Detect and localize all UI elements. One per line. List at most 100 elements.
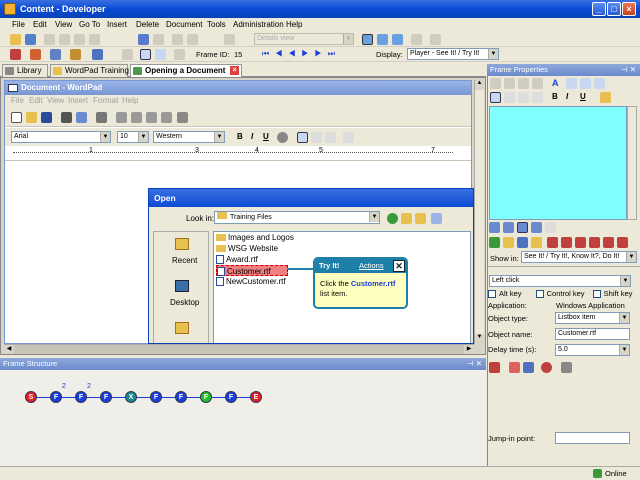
panel-close-icon[interactable]: ⊣ ✕ [467,358,482,370]
list-item-highlighted[interactable]: Customer.rtf [216,265,288,277]
frame-node[interactable]: F [50,391,62,403]
place-desktop[interactable]: Desktop [170,298,199,307]
up-folder-icon[interactable] [401,213,412,224]
prop-paste-icon[interactable] [518,78,529,89]
prop-color-icon[interactable] [600,92,611,103]
undo-icon[interactable] [138,34,149,45]
prop-align-right-icon[interactable] [518,92,529,103]
edit-screenshot-icon[interactable] [122,49,133,60]
properties-icon[interactable] [224,34,235,45]
prop-cut-icon[interactable] [490,78,501,89]
list-item[interactable]: Images and Logos [216,232,294,243]
control-key-checkbox[interactable]: Control key [535,289,585,299]
font-icon[interactable]: A [552,78,559,88]
horizontal-scrollbar[interactable]: ◀ ▶ [4,344,474,354]
zoom-icon[interactable] [155,49,166,60]
paste-icon[interactable] [74,34,85,45]
preview-scrollbar[interactable] [627,106,637,220]
vertical-scrollbar[interactable]: ▲ ▼ [474,80,484,344]
frame-node[interactable]: F [225,391,237,403]
new-folder-icon[interactable] [415,213,426,224]
callout-text-preview[interactable] [489,106,627,220]
list-item[interactable]: NewCustomer.rtf [216,276,286,287]
minimize-button[interactable]: _ [592,2,606,16]
maximize-button[interactable]: □ [607,2,621,16]
tab-library[interactable]: Library [2,64,48,77]
action-1-icon[interactable] [547,237,558,248]
show-in-select[interactable]: See It! / Try It!, Know It?, Do It! ▼ [521,251,637,263]
refresh-icon[interactable] [541,362,552,373]
record-icon[interactable] [10,49,21,60]
key-icon[interactable] [561,362,572,373]
preview-icon[interactable] [430,34,441,45]
hand-icon[interactable] [531,237,542,248]
frame-node[interactable]: E [250,391,262,403]
object-type-select[interactable]: Listbox item ▼ [555,312,630,324]
display-select[interactable]: Player - See It! / Try It! ▼ [407,48,499,60]
menu-file[interactable]: File [12,18,25,32]
action-select[interactable]: Left click ▼ [489,275,631,287]
action-3-icon[interactable] [575,237,586,248]
shift-key-checkbox[interactable]: Shift key [592,289,632,299]
copy-icon[interactable] [59,34,70,45]
callout-style-3-icon[interactable] [517,222,528,233]
close-button[interactable]: × [622,2,636,16]
callout-style-1-icon[interactable] [489,222,500,233]
place-recent[interactable]: Recent [172,256,197,265]
find-icon[interactable] [172,34,183,45]
menu-view[interactable]: View [55,18,72,32]
list-item[interactable]: WSG Website [216,243,278,254]
prop-underline-icon[interactable]: U [580,92,586,101]
menu-edit[interactable]: Edit [33,18,47,32]
menu-goto[interactable]: Go To [79,18,100,32]
action-2-icon[interactable] [561,237,572,248]
prop-bold-icon[interactable]: B [552,92,558,101]
menu-help[interactable]: Help [286,18,302,32]
frame-node[interactable]: F [150,391,162,403]
views-menu-icon[interactable] [431,213,442,224]
action-5-icon[interactable] [603,237,614,248]
frame-node[interactable]: F [200,391,212,403]
frame-navigation[interactable]: ⏮◀◀▶▶⏭ [262,49,362,60]
prop-align-left-icon[interactable] [490,92,501,103]
open-icon[interactable] [10,34,21,45]
arrow-icon[interactable] [517,237,528,248]
prop-link-icon[interactable] [594,78,605,89]
marker-icon[interactable] [503,237,514,248]
screen-icon[interactable] [140,49,151,60]
delete-icon[interactable] [89,34,100,45]
tab-wordpad-training[interactable]: WordPad Training [50,64,129,77]
prop-image-icon[interactable] [566,78,577,89]
frame-node[interactable]: F [100,391,112,403]
save-icon[interactable] [25,34,36,45]
insert-frame-icon[interactable] [30,49,41,60]
action-4-icon[interactable] [589,237,600,248]
layout-1-icon[interactable] [362,34,373,45]
tab-opening-a-document[interactable]: Opening a Document × [130,64,242,78]
menu-delete[interactable]: Delete [136,18,159,32]
frame-node[interactable]: X [125,391,137,403]
look-in-select[interactable]: Training Files ▼ [214,211,380,224]
close-tab-icon[interactable]: × [230,66,239,75]
frame-prev-icon[interactable] [174,49,185,60]
hotspot-icon[interactable] [509,362,520,373]
action-6-icon[interactable] [617,237,628,248]
decision-frame-icon[interactable] [50,49,61,60]
input-icon[interactable] [523,362,534,373]
frame-node[interactable]: S [25,391,37,403]
prop-justify-icon[interactable] [532,92,543,103]
frame-node[interactable]: F [75,391,87,403]
prop-sound-icon[interactable] [580,78,591,89]
callout-style-4-icon[interactable] [531,222,542,233]
layout-2-icon[interactable] [377,34,388,45]
cut-icon[interactable] [44,34,55,45]
callout-style-5-icon[interactable] [545,222,556,233]
redo-icon[interactable] [153,34,164,45]
view-select[interactable]: Details view ▼ [254,33,354,45]
list-item[interactable]: Award.rtf [216,254,258,265]
replace-icon[interactable] [187,34,198,45]
delay-time-stepper[interactable]: 5.0 ▼ [555,344,630,356]
sound-icon[interactable] [92,49,103,60]
prop-delete-icon[interactable] [532,78,543,89]
callout-actions-link[interactable]: Actions [359,261,384,270]
